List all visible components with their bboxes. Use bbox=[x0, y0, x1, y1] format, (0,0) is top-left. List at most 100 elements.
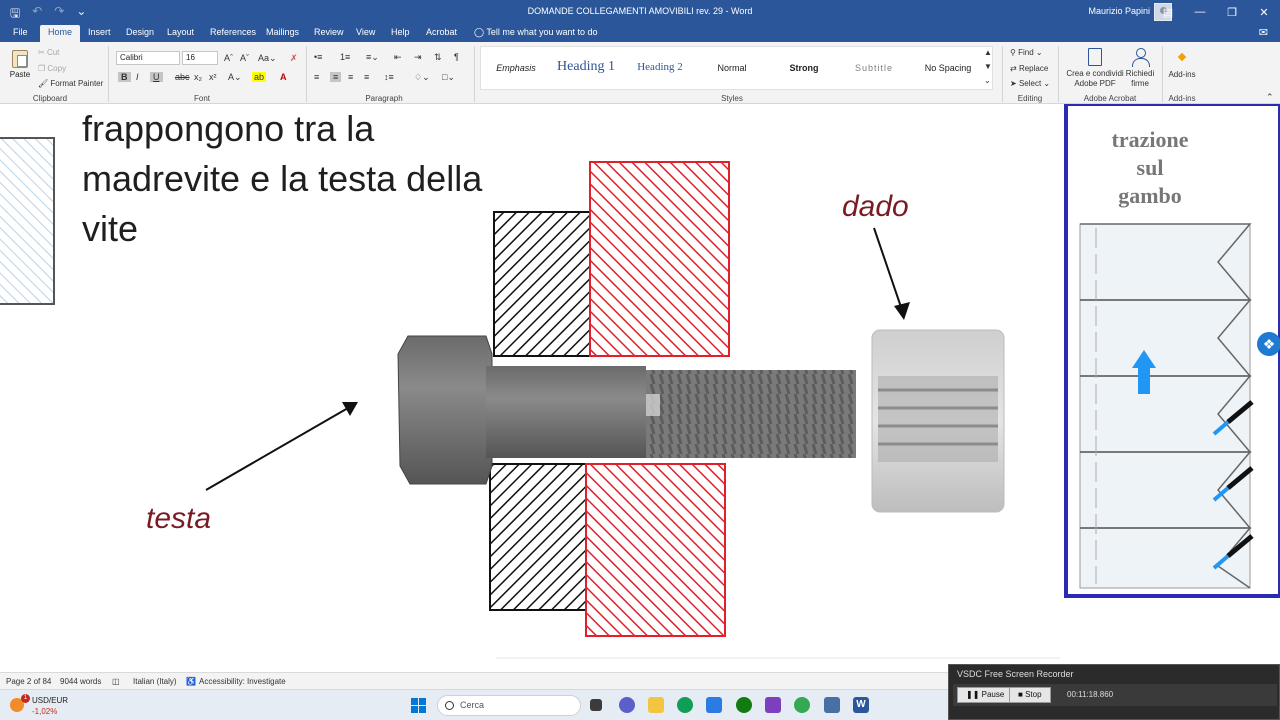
highlight-icon[interactable]: ab bbox=[252, 72, 267, 82]
style-no-spacing[interactable]: No Spacing bbox=[913, 63, 983, 73]
file-explorer-icon[interactable] bbox=[648, 697, 664, 713]
app-icon[interactable] bbox=[824, 697, 840, 713]
shrink-font-icon[interactable]: Aˇ bbox=[240, 53, 249, 63]
style-subtitle[interactable]: Subtitle bbox=[839, 63, 909, 73]
numbering-icon[interactable]: 1≡ bbox=[340, 52, 350, 62]
document-page[interactable]: frappongono tra la madrevite e la testa … bbox=[0, 104, 1280, 672]
stop-button[interactable]: ■ Stop bbox=[1009, 687, 1051, 703]
subscript-button[interactable]: x₂ bbox=[194, 72, 202, 82]
tab-insert[interactable]: Insert bbox=[88, 27, 111, 37]
tab-references[interactable]: References bbox=[210, 27, 256, 37]
sort-icon[interactable]: ⇅ bbox=[434, 52, 442, 63]
xbox-icon[interactable] bbox=[736, 697, 752, 713]
accessibility-icon: ♿ bbox=[186, 677, 196, 686]
page-count[interactable]: Page 2 of 84 bbox=[6, 677, 51, 686]
language-indicator[interactable]: Italian (Italy) bbox=[133, 677, 177, 686]
edge-icon[interactable] bbox=[677, 697, 693, 713]
styles-more-icon[interactable]: ⌄ bbox=[984, 76, 991, 85]
text-effects-icon[interactable]: A⌄ bbox=[228, 72, 242, 83]
clear-format-icon[interactable]: ✗ bbox=[290, 53, 298, 64]
word-count[interactable]: 9044 words bbox=[60, 677, 101, 686]
justify-icon[interactable]: ≡ bbox=[364, 72, 369, 82]
tab-acrobat[interactable]: Acrobat bbox=[426, 27, 457, 37]
add-ins-button[interactable]: Add-ins bbox=[1166, 48, 1198, 80]
pause-icon: ❚❚ bbox=[966, 690, 980, 699]
recorder-title: VSDC Free Screen Recorder bbox=[957, 669, 1074, 679]
paste-button[interactable]: Paste bbox=[8, 48, 32, 88]
tab-design[interactable]: Design bbox=[126, 27, 154, 37]
strikethrough-button[interactable]: abc bbox=[175, 72, 190, 82]
increase-indent-icon[interactable]: ⇥ bbox=[414, 52, 422, 63]
font-color-icon[interactable]: A bbox=[280, 72, 287, 82]
divider bbox=[1058, 46, 1059, 102]
grow-font-icon[interactable]: Aˆ bbox=[224, 53, 233, 63]
ribbon: Paste ✂ Cut ❐ Copy 🖌 Format Painter Clip… bbox=[0, 42, 1280, 104]
chrome-icon[interactable] bbox=[794, 697, 810, 713]
cut-button[interactable]: ✂ Cut bbox=[38, 48, 59, 57]
app-icon[interactable] bbox=[765, 697, 781, 713]
share-icon[interactable]: ✉ bbox=[1259, 26, 1268, 39]
close-icon[interactable]: ✕ bbox=[1248, 0, 1280, 24]
find-button[interactable]: ⚲ Find ⌄ bbox=[1010, 48, 1043, 57]
style-strong[interactable]: Strong bbox=[769, 63, 839, 73]
decrease-indent-icon[interactable]: ⇤ bbox=[394, 52, 402, 63]
tab-mailings[interactable]: Mailings bbox=[266, 27, 299, 37]
borders-icon[interactable]: □⌄ bbox=[442, 72, 455, 83]
testa-arrow bbox=[205, 407, 349, 491]
chat-icon[interactable] bbox=[619, 697, 635, 713]
restore-icon[interactable]: ❐ bbox=[1216, 0, 1248, 24]
task-view-icon[interactable] bbox=[590, 699, 602, 711]
recording-time: 00:11:18.860 bbox=[1067, 690, 1114, 699]
divider bbox=[474, 46, 475, 102]
copy-button[interactable]: ❐ Copy bbox=[38, 64, 66, 73]
tab-view[interactable]: View bbox=[356, 27, 375, 37]
bullets-icon[interactable]: •≡ bbox=[314, 52, 322, 62]
accessibility-status[interactable]: Accessibility: Investigate bbox=[199, 677, 286, 686]
bold-button[interactable]: B bbox=[118, 72, 131, 82]
align-center-icon[interactable]: ≡ bbox=[330, 72, 342, 82]
line-spacing-icon[interactable]: ↕≡ bbox=[384, 72, 394, 82]
start-icon[interactable] bbox=[411, 698, 426, 713]
ribbon-display-icon[interactable]: ▤ bbox=[1152, 0, 1184, 24]
show-marks-icon[interactable]: ¶ bbox=[454, 52, 459, 62]
font-family-select[interactable]: Calibri bbox=[116, 51, 180, 65]
user-name[interactable]: Maurizio Papini bbox=[1088, 6, 1150, 16]
tab-review[interactable]: Review bbox=[314, 27, 344, 37]
tab-home[interactable]: Home bbox=[40, 25, 81, 42]
select-button[interactable]: ➤ Select ⌄ bbox=[1010, 79, 1050, 88]
tab-file[interactable]: File bbox=[13, 27, 28, 37]
style-emphasis[interactable]: Emphasis bbox=[481, 63, 551, 73]
style-heading-2[interactable]: Heading 2 bbox=[625, 61, 695, 73]
proofing-icon[interactable]: ◫ bbox=[112, 677, 120, 686]
divider bbox=[1002, 46, 1003, 102]
create-share-pdf-button[interactable]: Crea e condividi Adobe PDF bbox=[1064, 48, 1126, 89]
tell-me-search[interactable]: ◯ Tell me what you want to do bbox=[474, 27, 597, 38]
pause-button[interactable]: ❚❚ Pause bbox=[957, 687, 1014, 703]
tab-help[interactable]: Help bbox=[391, 27, 410, 37]
change-case-icon[interactable]: Aa⌄ bbox=[258, 53, 277, 64]
word-icon[interactable]: W bbox=[853, 697, 869, 713]
taskbar-search[interactable]: Cerca bbox=[437, 695, 581, 716]
align-right-icon[interactable]: ≡ bbox=[348, 72, 353, 82]
underline-button[interactable]: U bbox=[150, 72, 163, 82]
style-normal[interactable]: Normal bbox=[697, 63, 767, 73]
font-size-select[interactable]: 16 bbox=[182, 51, 218, 65]
style-heading-1[interactable]: Heading 1 bbox=[551, 59, 621, 75]
collapse-ribbon-icon[interactable]: ⌃ bbox=[1266, 92, 1274, 103]
store-icon[interactable] bbox=[706, 697, 722, 713]
tab-layout[interactable]: Layout bbox=[167, 27, 194, 37]
dropbox-icon[interactable]: ❖ bbox=[1257, 332, 1280, 356]
align-left-icon[interactable]: ≡ bbox=[314, 72, 319, 82]
styles-scroll-up-icon[interactable]: ▲ bbox=[984, 48, 992, 57]
request-signatures-button[interactable]: Richiedi firme bbox=[1124, 48, 1156, 89]
styles-group-label: Styles bbox=[721, 94, 743, 103]
minimize-icon[interactable]: — bbox=[1184, 0, 1216, 24]
shading-icon[interactable]: ♢⌄ bbox=[414, 72, 430, 83]
styles-scroll-down-icon[interactable]: ▼ bbox=[984, 62, 992, 71]
paragraph-group-label: Paragraph bbox=[365, 94, 403, 103]
replace-button[interactable]: ⇄ Replace bbox=[1010, 64, 1048, 73]
format-painter-button[interactable]: 🖌 Format Painter bbox=[38, 79, 103, 88]
superscript-button[interactable]: x² bbox=[209, 72, 217, 82]
italic-button[interactable]: I bbox=[136, 72, 139, 82]
multilevel-list-icon[interactable]: ≡⌄ bbox=[366, 52, 379, 63]
